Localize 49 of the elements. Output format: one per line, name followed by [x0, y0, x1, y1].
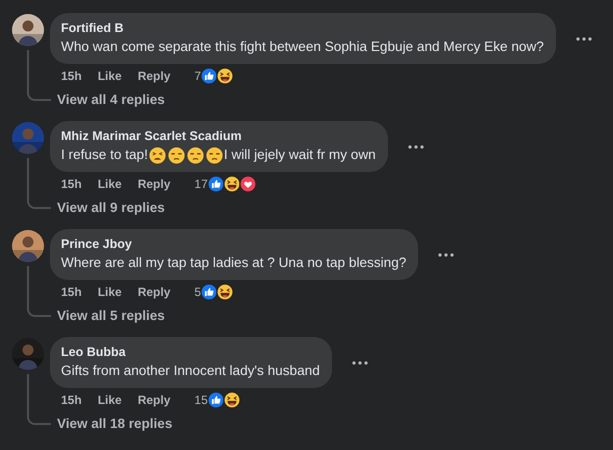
unamused-face-icon — [168, 146, 185, 164]
view-replies-link[interactable]: View all 5 replies — [50, 306, 165, 326]
laughing-reaction-icon — [216, 67, 234, 85]
view-replies-link[interactable]: View all 4 replies — [50, 90, 165, 110]
comment-text: I refuse to tap! I will jejely wait fr my own — [61, 146, 376, 165]
like-link[interactable]: Like — [98, 69, 122, 83]
comment-time: 15h — [61, 177, 82, 191]
author-name[interactable]: Fortified B — [61, 20, 544, 36]
more-options-icon[interactable] — [576, 36, 592, 40]
unamused-face-icon — [186, 146, 204, 164]
reply-link[interactable]: Reply — [138, 177, 170, 191]
comment-time: 15h — [61, 393, 82, 407]
author-name[interactable]: Prince Jboy — [61, 236, 406, 252]
comment-time: 15h — [61, 285, 82, 299]
author-name[interactable]: Leo Bubba — [61, 344, 320, 360]
like-link[interactable]: Like — [98, 285, 122, 299]
thread-line — [27, 374, 51, 425]
thread-line — [27, 158, 51, 209]
laughing-reaction-icon — [222, 391, 241, 409]
like-link[interactable]: Like — [98, 393, 122, 407]
reaction-count: 5 — [194, 285, 202, 299]
more-options-icon[interactable] — [352, 360, 368, 364]
view-replies-link[interactable]: View all 18 replies — [50, 414, 172, 434]
like-link[interactable]: Like — [98, 177, 122, 191]
view-replies-link[interactable]: View all 9 replies — [50, 198, 165, 218]
like-reaction-icon — [206, 175, 225, 193]
thread-line — [27, 266, 51, 317]
tired-face-icon — [148, 146, 166, 164]
comment-time: 15h — [61, 69, 82, 83]
like-reaction-icon — [200, 283, 218, 301]
author-name[interactable]: Mhiz Marimar Scarlet Scadium — [61, 128, 376, 144]
heart-reaction-icon — [238, 175, 257, 193]
reaction-count: 7 — [194, 69, 202, 83]
comment-text: Who wan come separate this fight between Sophia Egbuje and Mercy Eke now? — [61, 38, 544, 56]
laughing-reaction-icon — [222, 175, 241, 193]
comment-text: Gifts from another Innocent lady's husband — [61, 362, 320, 380]
like-reaction-icon — [206, 391, 225, 409]
more-options-icon[interactable] — [408, 144, 424, 148]
more-options-icon[interactable] — [438, 252, 454, 256]
reaction-count: 17 — [194, 177, 208, 191]
like-reaction-icon — [200, 67, 218, 85]
reply-link[interactable]: Reply — [138, 285, 170, 299]
thread-line — [27, 50, 51, 101]
unamused-face-icon — [206, 146, 223, 164]
reaction-count: 15 — [194, 393, 208, 407]
laughing-reaction-icon — [216, 283, 234, 301]
reply-link[interactable]: Reply — [138, 393, 170, 407]
reply-link[interactable]: Reply — [138, 69, 170, 83]
comment-text: Where are all my tap tap ladies at ? Una no tap blessing? — [61, 254, 406, 272]
